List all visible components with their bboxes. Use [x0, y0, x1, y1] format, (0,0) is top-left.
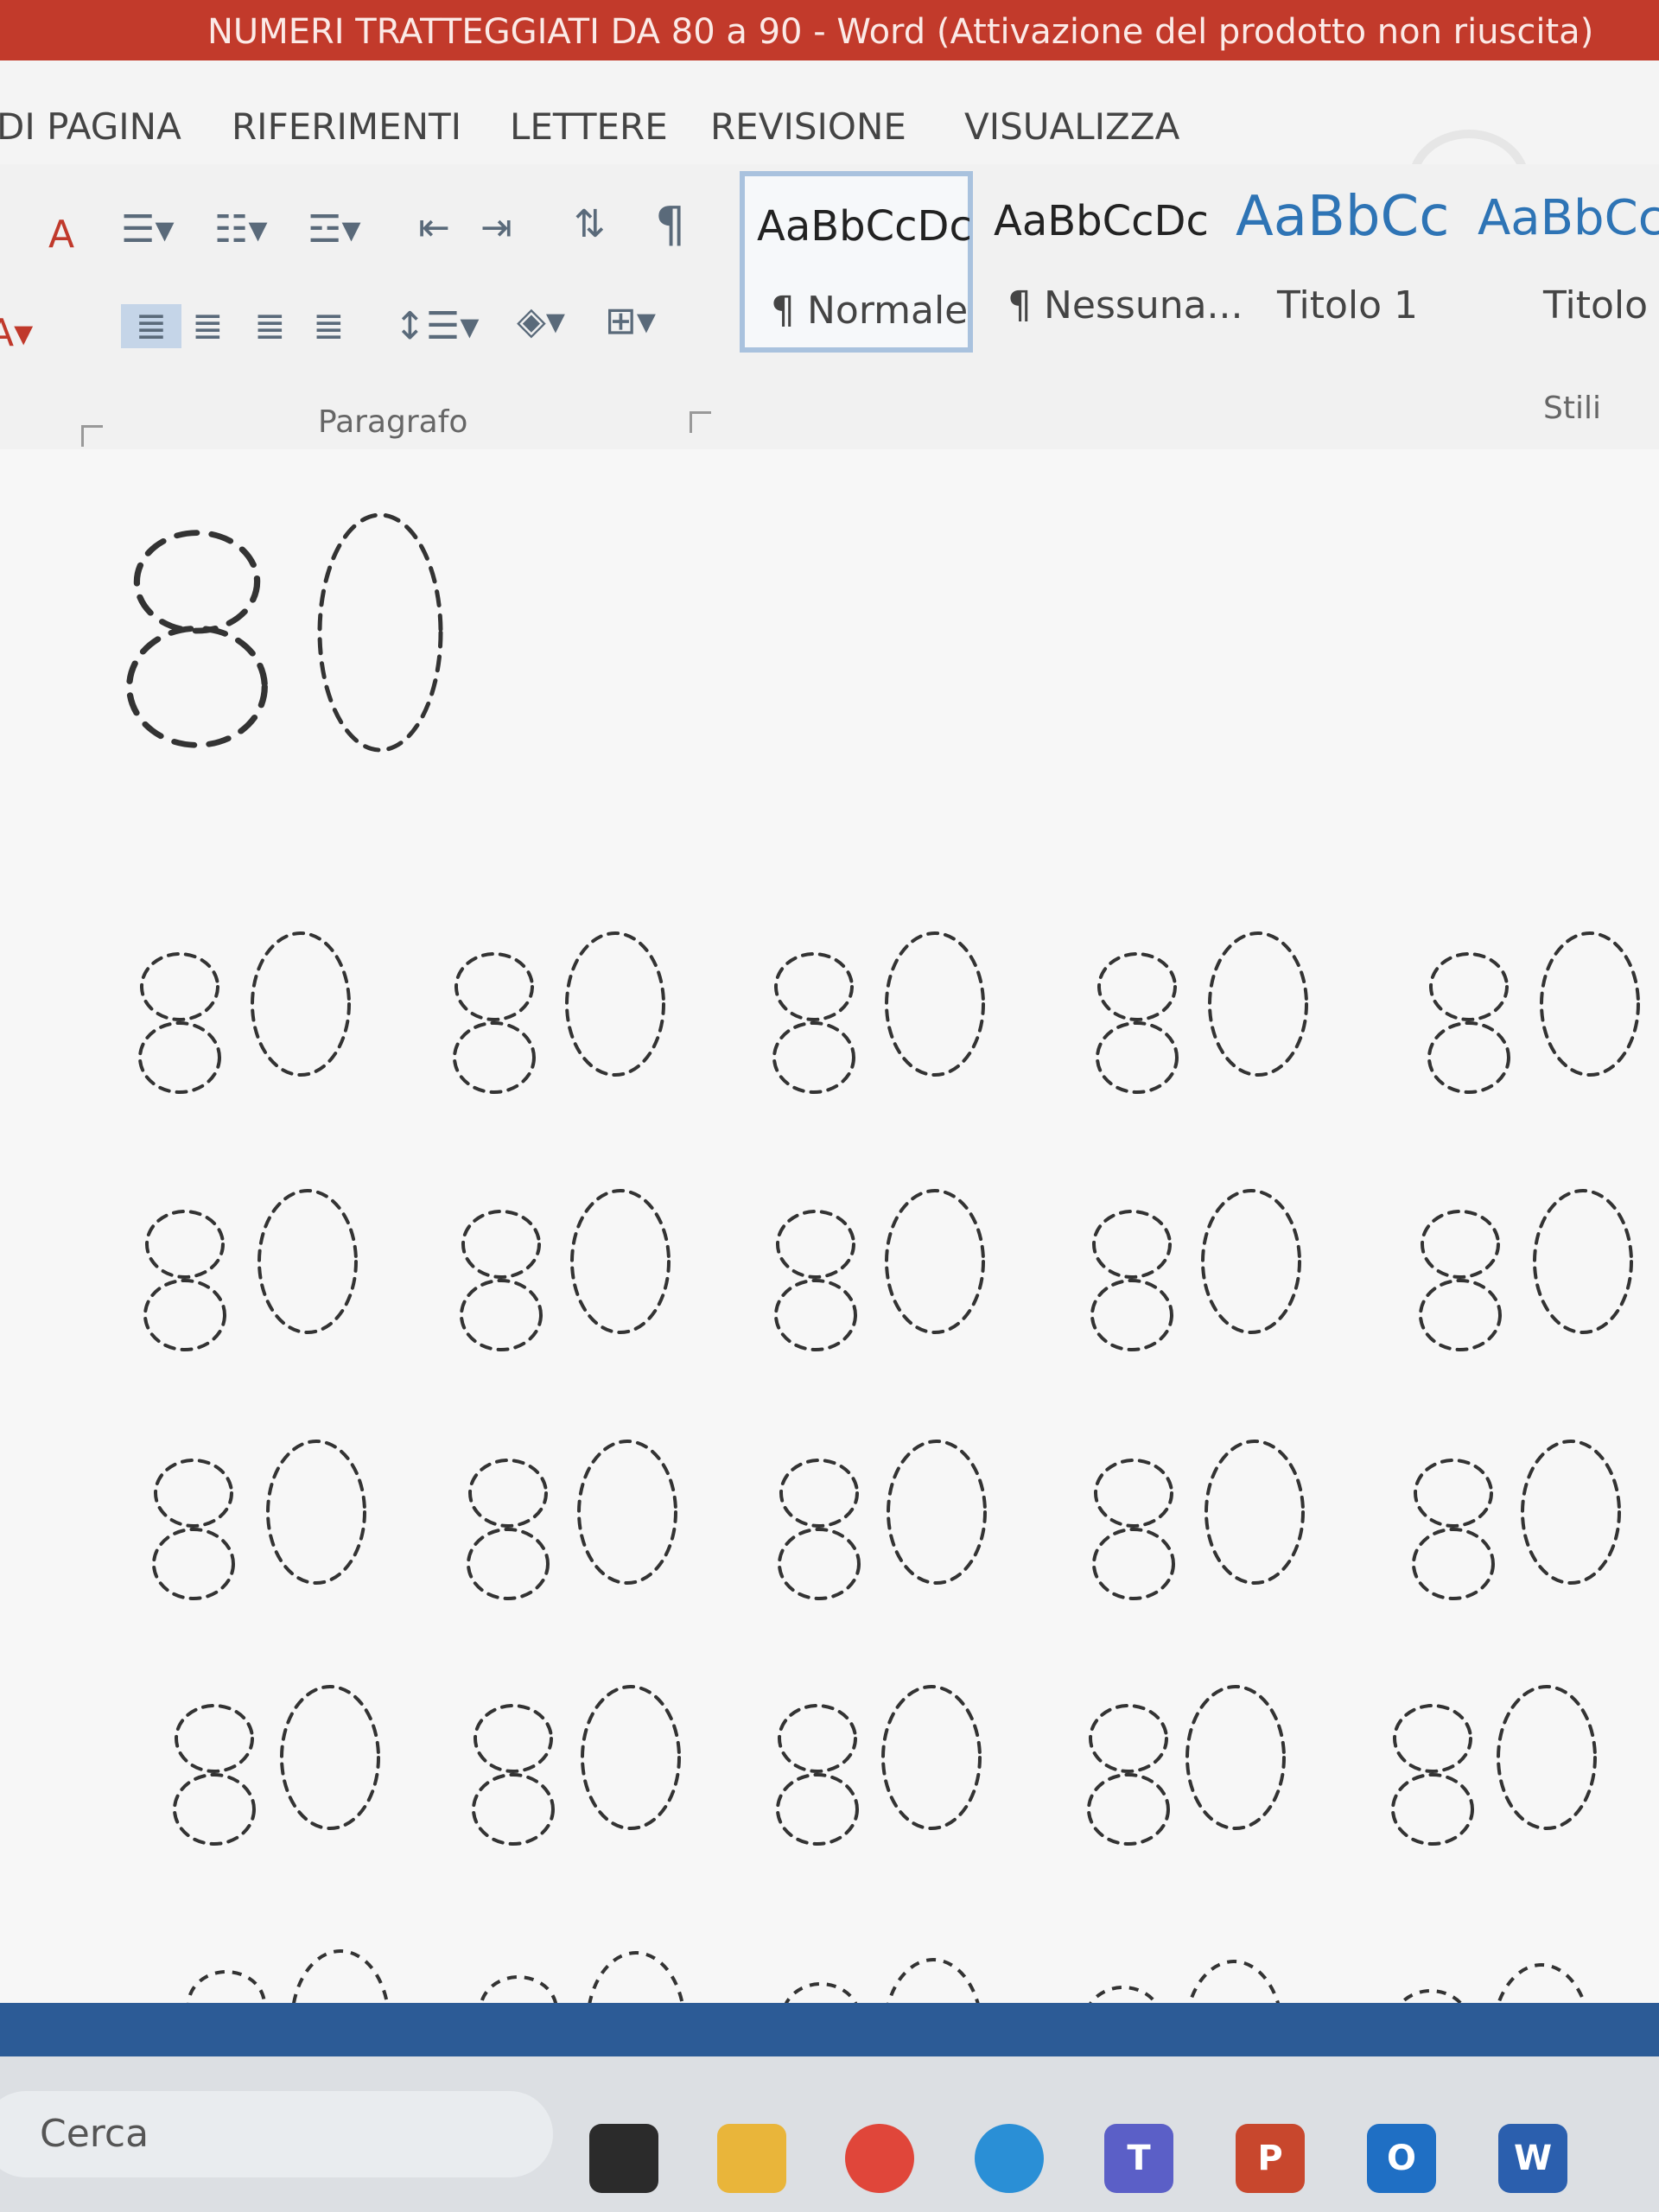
- ribbon-tabs: DI PAGINA RIFERIMENTI LETTERE REVISIONE …: [0, 60, 1659, 233]
- style-sample: AaBbCcDc: [757, 202, 972, 251]
- font-dialog-launcher-icon[interactable]: [81, 425, 103, 447]
- practice-grid: [138, 931, 1640, 2005]
- practice-row-5-partial: [187, 1949, 1587, 2005]
- large-dotted-zero: [320, 515, 441, 750]
- style-sample: AaBbCc: [1236, 185, 1450, 249]
- tab-riferimenti[interactable]: RIFERIMENTI: [232, 105, 461, 148]
- increase-indent-icon[interactable]: ⇥: [480, 206, 512, 250]
- style-titolo-1[interactable]: AaBbCc Titolo 1: [1224, 171, 1457, 353]
- decrease-indent-icon[interactable]: ⇤: [418, 206, 450, 250]
- edge-icon[interactable]: [975, 2124, 1044, 2193]
- paragraph-group-label: Paragrafo: [318, 404, 468, 440]
- practice-number: [1412, 1440, 1621, 1600]
- practice-number: [472, 1685, 681, 1846]
- file-explorer-icon[interactable]: [717, 2124, 786, 2193]
- multilevel-list-icon[interactable]: ☲▾: [308, 207, 361, 251]
- document-page[interactable]: [0, 449, 1659, 2005]
- practice-number: [143, 1189, 358, 1351]
- practice-number: [1391, 1685, 1597, 1846]
- practice-number: [467, 1440, 677, 1600]
- practice-number: [778, 1440, 987, 1600]
- practice-number: [1092, 1440, 1305, 1600]
- style-name: ¶ Normale: [771, 289, 969, 333]
- chrome-icon[interactable]: [845, 2124, 914, 2193]
- align-center-icon[interactable]: ≣: [192, 304, 224, 348]
- justify-icon[interactable]: ≣: [313, 304, 345, 348]
- practice-number: [774, 1189, 985, 1351]
- align-left-icon[interactable]: ≣: [121, 304, 181, 348]
- line-spacing-icon[interactable]: ↕☰▾: [394, 304, 479, 348]
- paragraph-dialog-launcher-icon[interactable]: [690, 411, 711, 433]
- status-bar: [0, 2003, 1659, 2056]
- bullets-icon[interactable]: ☰▾: [121, 207, 175, 251]
- numbering-icon[interactable]: ☷▾: [214, 207, 268, 251]
- practice-number: [1090, 1189, 1301, 1351]
- practice-row-1: [138, 931, 1640, 1094]
- styles-group-label: Stili: [1543, 391, 1601, 426]
- dotted-numbers-canvas: [0, 449, 1640, 2005]
- teams-icon[interactable]: T: [1104, 2124, 1173, 2193]
- style-titolo-2[interactable]: AaBbCcD Titolo 2: [1465, 171, 1659, 353]
- practice-number: [1419, 1189, 1633, 1351]
- tab-layout-di-pagina[interactable]: DI PAGINA: [0, 105, 181, 148]
- title-bar: NUMERI TRATTEGGIATI DA 80 a 90 - Word (A…: [0, 0, 1659, 60]
- style-normale[interactable]: AaBbCcDc ¶ Normale: [740, 171, 973, 353]
- borders-icon[interactable]: ⊞▾: [605, 299, 656, 343]
- windows-start-icon[interactable]: [589, 2124, 658, 2193]
- style-name: ¶ Nessuna...: [1007, 283, 1243, 327]
- style-name: Titolo 2: [1543, 283, 1659, 327]
- word-icon[interactable]: W: [1498, 2124, 1567, 2193]
- pilcrow-icon[interactable]: ¶: [655, 197, 686, 253]
- align-right-icon[interactable]: ≣: [254, 304, 286, 348]
- ribbon: A ☰▾ ☷▾ ☲▾ ⇤ ⇥ ⇅ ¶ A▾ ≣ ≣ ≣ ≣ ↕☰▾ ◈▾ ⊞▾ …: [0, 164, 1659, 451]
- style-nessuna-spaziatura[interactable]: AaBbCcDc ¶ Nessuna...: [982, 171, 1243, 353]
- practice-number: [173, 1685, 380, 1846]
- search-label: Cerca: [40, 2112, 149, 2156]
- practice-number: [772, 931, 985, 1094]
- practice-number: [460, 1189, 671, 1351]
- font-color-icon[interactable]: A▾: [0, 311, 33, 355]
- style-name: Titolo 1: [1277, 283, 1419, 327]
- sort-icon[interactable]: ⇅: [574, 202, 606, 246]
- practice-number: [1427, 931, 1640, 1094]
- clear-format-icon[interactable]: A: [48, 213, 74, 257]
- styles-gallery: AaBbCcDc ¶ Normale AaBbCcDc ¶ Nessuna...…: [733, 164, 1659, 363]
- tab-visualizza[interactable]: VISUALIZZA: [964, 105, 1179, 148]
- practice-number: [1087, 1685, 1286, 1846]
- practice-number: [776, 1685, 982, 1846]
- tab-lettere[interactable]: LETTERE: [510, 105, 668, 148]
- practice-number: [1096, 931, 1308, 1094]
- style-sample: AaBbCcD: [1478, 190, 1659, 246]
- outlook-icon[interactable]: O: [1367, 2124, 1436, 2193]
- style-sample: AaBbCcDc: [994, 197, 1209, 245]
- window-title: NUMERI TRATTEGGIATI DA 80 a 90 - Word (A…: [207, 12, 1594, 52]
- taskbar-search[interactable]: Cerca: [0, 2091, 553, 2177]
- large-dotted-eight: [130, 533, 265, 746]
- practice-number: [152, 1440, 366, 1600]
- practice-row-3: [152, 1440, 1621, 1600]
- practice-number: [453, 931, 665, 1094]
- taskbar: Cerca T P O W: [0, 2056, 1659, 2212]
- powerpoint-icon[interactable]: P: [1236, 2124, 1305, 2193]
- practice-row-4: [173, 1685, 1597, 1846]
- practice-row-2: [143, 1189, 1633, 1351]
- shading-icon[interactable]: ◈▾: [517, 299, 565, 343]
- tab-revisione[interactable]: REVISIONE: [710, 105, 906, 148]
- practice-number: [138, 931, 351, 1094]
